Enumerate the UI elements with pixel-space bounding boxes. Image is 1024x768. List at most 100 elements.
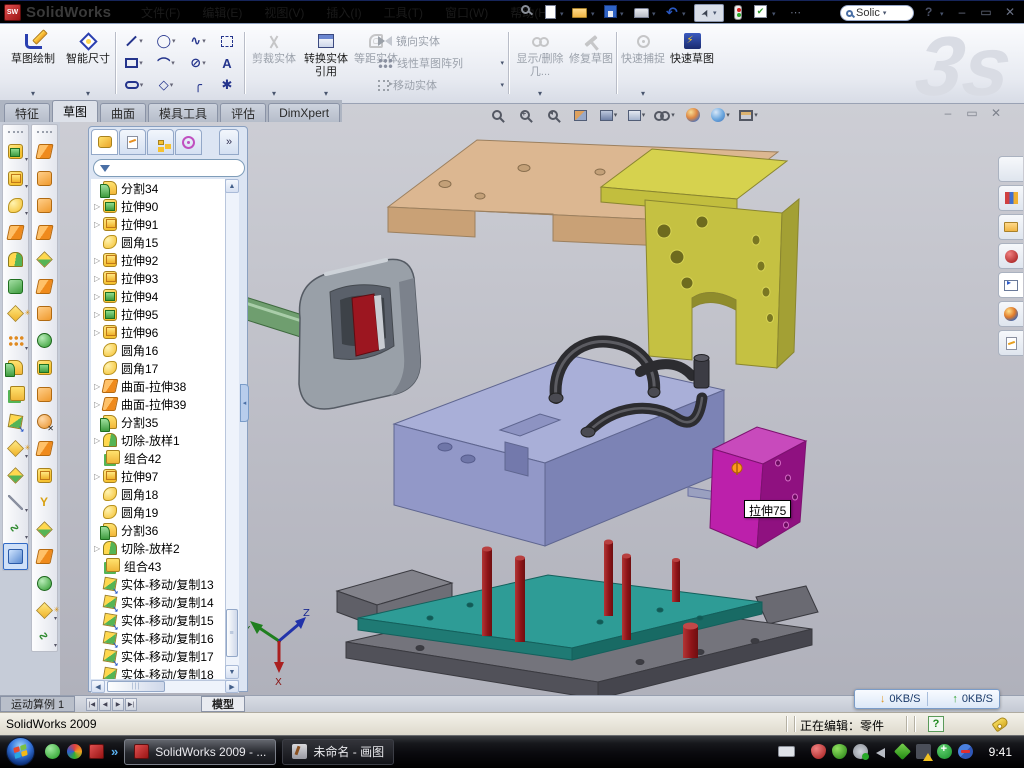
tag-icon[interactable] bbox=[991, 716, 1009, 733]
tree-vertical-scrollbar[interactable]: ▲ ≡ ▼ bbox=[225, 179, 239, 679]
model-cavity-insert[interactable] bbox=[299, 259, 420, 409]
tray-volume-icon[interactable] bbox=[874, 744, 889, 759]
sketch-fillet-tool-icon[interactable]: ╭▾ bbox=[182, 74, 214, 96]
new-document-icon[interactable] bbox=[545, 5, 556, 19]
expand-arrow-icon[interactable]: ▷ bbox=[94, 328, 103, 337]
panel-splitter-handle[interactable]: ◂ bbox=[240, 384, 249, 422]
expand-arrow-icon[interactable]: ▷ bbox=[94, 274, 103, 283]
spline-tool-icon[interactable]: ∿▾ bbox=[182, 30, 214, 52]
appearances-scenes-tab[interactable] bbox=[998, 301, 1023, 327]
circle-tool-icon[interactable]: ◯▾ bbox=[150, 30, 182, 52]
menu-item[interactable]: 插入(I) bbox=[315, 1, 372, 24]
help-icon[interactable]: ? bbox=[925, 5, 932, 19]
tray-security-alert-icon[interactable] bbox=[811, 744, 826, 759]
expand-arrow-icon[interactable]: ▷ bbox=[94, 292, 103, 301]
expand-arrow-icon[interactable]: ▷ bbox=[94, 472, 103, 481]
quick-launch-overflow-icon[interactable]: » bbox=[111, 744, 118, 759]
feature-tree-item[interactable]: ▷ 曲面-拉伸38 bbox=[91, 377, 225, 395]
rectangle-tool-icon[interactable]: ▾ bbox=[118, 52, 150, 74]
save-dropdown-icon[interactable]: ▾ bbox=[620, 10, 624, 18]
feature-tree-item[interactable]: ▷ 圆角17 bbox=[91, 359, 225, 377]
configurationmanager-tab[interactable] bbox=[147, 129, 174, 155]
rapid-sketch-button[interactable]: 快速草图 bbox=[668, 28, 716, 98]
feature-tree-item[interactable]: ▷ 分割36 bbox=[91, 521, 225, 539]
expand-arrow-icon[interactable]: ▷ bbox=[94, 310, 103, 319]
taskbar-window-button[interactable]: SolidWorks 2009 - ... bbox=[124, 739, 276, 765]
next-tab-icon[interactable]: ▶ bbox=[112, 698, 124, 711]
feature-tree-item[interactable]: ▷ 拉伸93 bbox=[91, 269, 225, 287]
prev-tab-icon[interactable]: ◀ bbox=[99, 698, 111, 711]
fm-tabs-overflow-icon[interactable]: » bbox=[219, 129, 239, 155]
feature-tree-item[interactable]: ▷ 切除-放样1 bbox=[91, 431, 225, 449]
menu-item[interactable]: 窗口(W) bbox=[434, 1, 499, 24]
quick-launch-messenger-icon[interactable] bbox=[45, 744, 60, 759]
tray-antivirus-icon[interactable] bbox=[832, 744, 847, 759]
command-tab[interactable]: 草图 bbox=[52, 100, 98, 122]
feature-tree-item[interactable]: ▷ 组合43 bbox=[91, 557, 225, 575]
undo-icon[interactable]: ↶ bbox=[666, 5, 678, 19]
tray-input-keyboard-icon[interactable] bbox=[778, 746, 795, 757]
feature-tree-item[interactable]: ▷ 圆角18 bbox=[91, 485, 225, 503]
taskbar-window-button[interactable]: 未命名 - 画图 bbox=[282, 739, 394, 765]
window-close-button[interactable]: ✕ bbox=[1000, 5, 1020, 19]
doc-restore-button[interactable]: ▭ bbox=[962, 106, 982, 120]
open-document-icon[interactable] bbox=[572, 8, 587, 18]
model-side-block[interactable] bbox=[710, 427, 806, 548]
doc-close-button[interactable]: ✕ bbox=[986, 106, 1006, 120]
scroll-up-icon[interactable]: ▲ bbox=[225, 179, 239, 193]
featuremanager-tree-tab[interactable] bbox=[91, 129, 118, 155]
arc-tool-icon[interactable]: ⌒▾ bbox=[150, 52, 182, 74]
slot-tool-icon[interactable]: ▾ bbox=[118, 74, 150, 96]
expand-arrow-icon[interactable]: ▷ bbox=[94, 220, 103, 229]
vscroll-thumb[interactable]: ≡ bbox=[226, 609, 238, 657]
hscroll-thumb[interactable]: ||| bbox=[107, 681, 165, 692]
model-stop-pin[interactable] bbox=[683, 626, 698, 658]
help-dropdown-icon[interactable]: ▾ bbox=[940, 10, 944, 18]
feature-tree-item[interactable]: ▷ 拉伸94 bbox=[91, 287, 225, 305]
feature-tree-item[interactable]: ▷ 实体-移动/复制18 bbox=[91, 665, 225, 679]
feature-tree-item[interactable]: ▷ 实体-移动/复制16 bbox=[91, 629, 225, 647]
ellipse-tool-icon[interactable]: ⊘▾ bbox=[182, 52, 214, 74]
line-tool-icon[interactable]: ▾ bbox=[118, 30, 150, 52]
feature-tree-item[interactable]: ▷ 组合42 bbox=[91, 449, 225, 467]
scroll-left-icon[interactable]: ◀ bbox=[91, 680, 105, 693]
window-minimize-button[interactable]: – bbox=[952, 5, 972, 19]
quick-launch-solidworks-icon[interactable] bbox=[89, 744, 104, 759]
tray-updates-icon[interactable] bbox=[853, 744, 868, 759]
scroll-down-icon[interactable]: ▼ bbox=[225, 665, 239, 679]
feature-tree-item[interactable]: ▷ 分割35 bbox=[91, 413, 225, 431]
tray-network-warning-icon[interactable] bbox=[916, 744, 931, 759]
feature-tree-item[interactable]: ▷ 实体-移动/复制13 bbox=[91, 575, 225, 593]
feature-tree-item[interactable]: ▷ 拉伸92 bbox=[91, 251, 225, 269]
point-tool-icon[interactable]: ✱▾ bbox=[214, 74, 240, 96]
command-tab[interactable]: 曲面 bbox=[100, 103, 146, 122]
feature-tree-item[interactable]: ▷ 拉伸95 bbox=[91, 305, 225, 323]
view-palette-tab[interactable] bbox=[998, 272, 1023, 298]
expand-arrow-icon[interactable]: ▷ bbox=[94, 256, 103, 265]
feature-tree-item[interactable]: ▷ 拉伸97 bbox=[91, 467, 225, 485]
tree-filter-input[interactable] bbox=[93, 159, 245, 177]
tree-horizontal-scrollbar[interactable]: ◀ ||| ▶ bbox=[91, 680, 239, 693]
menu-item[interactable]: 编辑(E) bbox=[191, 1, 253, 24]
print-dropdown-icon[interactable]: ▾ bbox=[652, 10, 656, 18]
expand-arrow-icon[interactable]: ▷ bbox=[94, 544, 103, 553]
feature-tree-item[interactable]: ▷ 实体-移动/复制15 bbox=[91, 611, 225, 629]
tray-health-icon[interactable] bbox=[937, 744, 952, 759]
sketch-button[interactable]: 草图绘制▾ bbox=[6, 28, 60, 98]
custom-properties-tab[interactable] bbox=[998, 330, 1023, 356]
expand-arrow-icon[interactable]: ▷ bbox=[94, 436, 103, 445]
search-dropdown-icon[interactable]: ▾ bbox=[883, 9, 887, 17]
pin-toolbar-icon[interactable] bbox=[521, 5, 530, 14]
propertymanager-tab[interactable] bbox=[119, 129, 146, 155]
document-tab[interactable]: 运动算例 1 bbox=[0, 696, 75, 712]
solidworks-resources-tab[interactable] bbox=[998, 156, 1023, 182]
polygon-tool-icon[interactable]: ◇▾ bbox=[150, 74, 182, 96]
options-dropdown-icon[interactable]: ▾ bbox=[772, 10, 776, 18]
command-tab[interactable]: 特征 bbox=[4, 103, 50, 122]
toolbar-overflow-icon[interactable]: ⋯ bbox=[790, 6, 801, 19]
feature-tree-item[interactable]: ▷ 分割34 bbox=[91, 179, 225, 197]
first-tab-icon[interactable]: |◀ bbox=[86, 698, 98, 711]
feature-tree-item[interactable]: ▷ 曲面-拉伸39 bbox=[91, 395, 225, 413]
marquee-select-tool-icon[interactable]: ▾ bbox=[214, 30, 240, 52]
feature-tree-item[interactable]: ▷ 圆角15 bbox=[91, 233, 225, 251]
